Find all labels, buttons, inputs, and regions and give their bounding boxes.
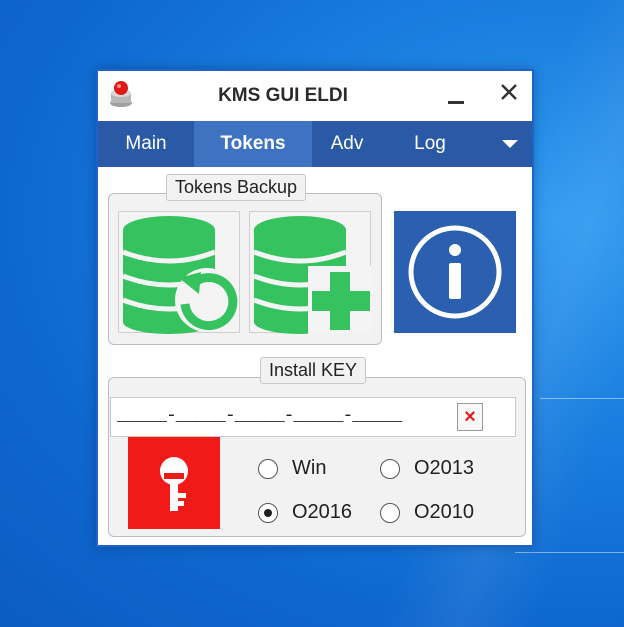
radio-o2016-circle[interactable] xyxy=(258,503,278,523)
clear-key-icon: × xyxy=(464,406,476,428)
radio-win-label: Win xyxy=(292,457,327,479)
app-window: KMS GUI ELDI Main Tokens Adv Log Tokens … xyxy=(96,69,534,547)
radio-o2016-label: O2016 xyxy=(292,501,353,523)
minimize-icon xyxy=(448,101,464,104)
key-icon xyxy=(160,457,188,511)
info-button[interactable] xyxy=(394,211,516,333)
backup-tokens-button[interactable] xyxy=(249,211,372,334)
close-button[interactable] xyxy=(491,77,527,111)
radio-o2010-label: O2010 xyxy=(414,501,475,523)
install-key-label: Install KEY xyxy=(260,357,367,384)
tab-dropdown-icon[interactable] xyxy=(498,133,522,155)
window-title: KMS GUI ELDI xyxy=(218,85,348,106)
tokens-backup-label: Tokens Backup xyxy=(166,174,307,201)
product-key-value: _____-_____-_____-_____-_____ xyxy=(117,406,402,426)
radio-o2010-circle[interactable] xyxy=(380,503,400,523)
radio-win-circle[interactable] xyxy=(258,459,278,479)
tab-tokens[interactable]: Tokens xyxy=(194,121,312,167)
radio-o2013-label: O2013 xyxy=(414,457,475,479)
title-bar[interactable]: KMS GUI ELDI xyxy=(98,71,532,121)
minimize-button[interactable] xyxy=(438,81,474,111)
radio-o2013-circle[interactable] xyxy=(380,459,400,479)
tab-bar: Main Tokens Adv Log xyxy=(98,121,532,167)
desktop-light-line xyxy=(540,398,624,399)
tab-adv[interactable]: Adv xyxy=(312,121,382,167)
tab-main[interactable]: Main xyxy=(98,121,194,167)
close-icon xyxy=(501,84,517,100)
clear-key-button[interactable]: × xyxy=(457,403,483,431)
radio-selected-dot xyxy=(264,509,272,517)
install-key-button[interactable] xyxy=(128,437,220,529)
desktop-light-line xyxy=(515,552,624,553)
tab-log[interactable]: Log xyxy=(394,121,466,167)
info-icon xyxy=(408,225,502,319)
database-add-icon xyxy=(253,216,372,334)
product-key-input[interactable]: _____-_____-_____-_____-_____ × xyxy=(110,397,516,437)
database-restore-icon xyxy=(122,216,239,334)
restore-tokens-button[interactable] xyxy=(118,211,240,334)
